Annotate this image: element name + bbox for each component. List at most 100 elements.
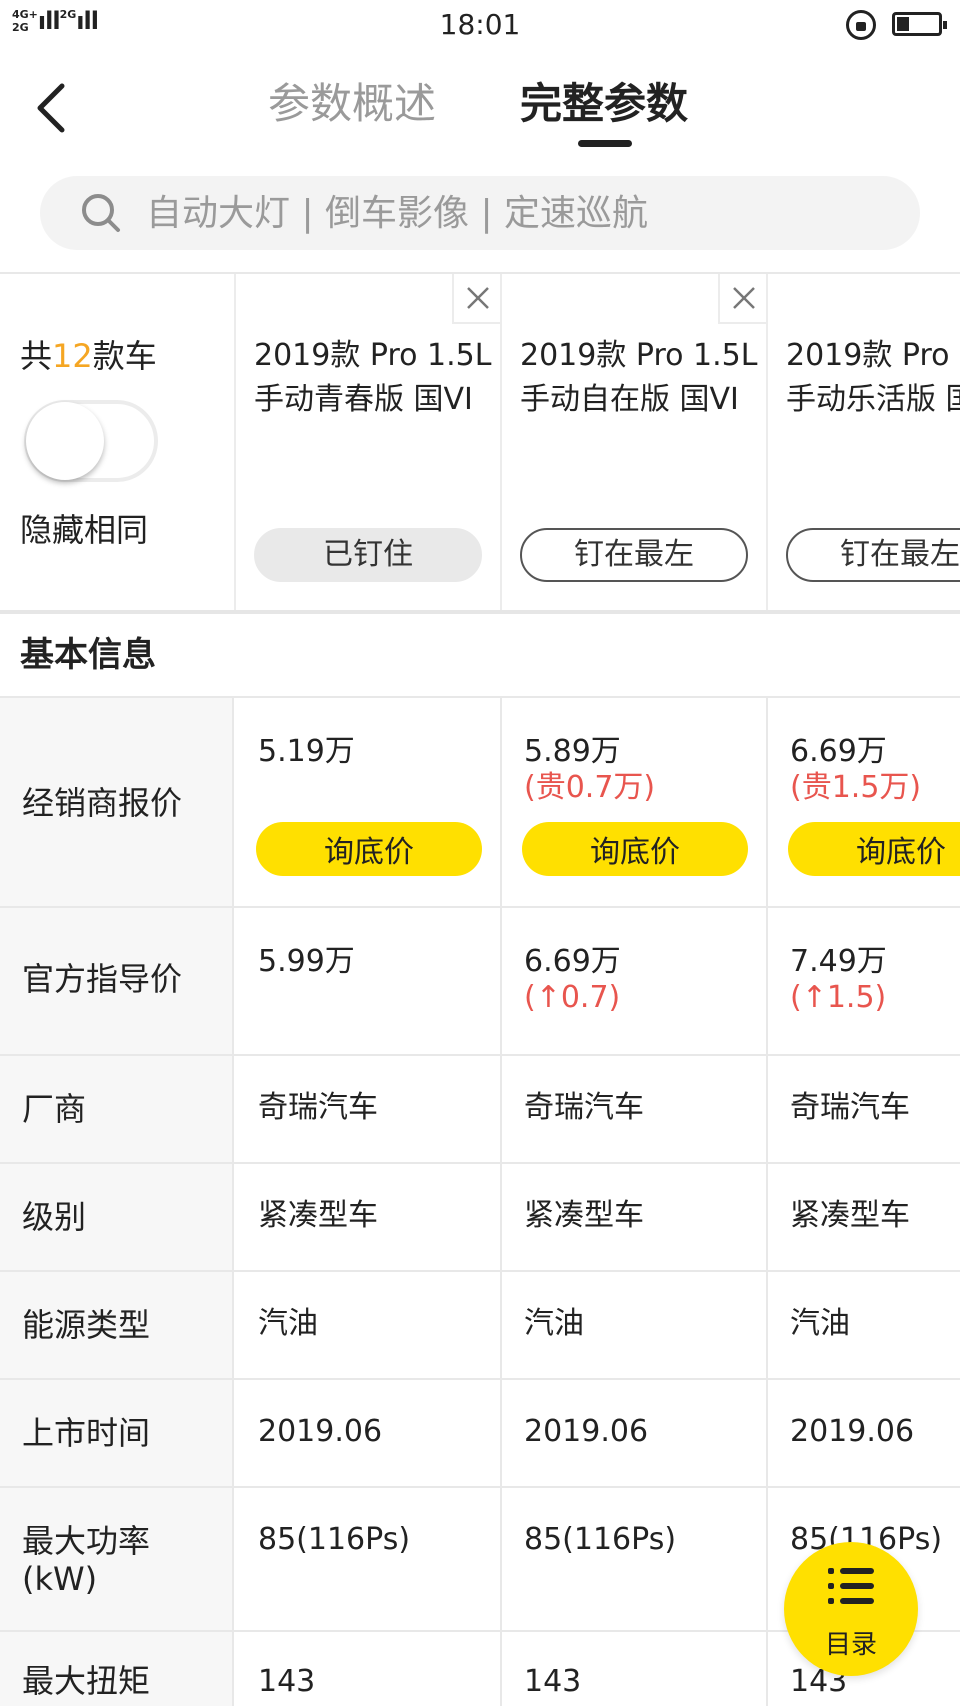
section-divider: [0, 610, 960, 614]
table-row: 厂商 奇瑞汽车 奇瑞汽车 奇瑞汽车: [0, 1054, 960, 1162]
cell-value: 5.19万: [258, 734, 355, 769]
row-label: 级别: [0, 1164, 234, 1270]
toggle-knob: [26, 402, 104, 480]
car-count-label: 共12款车: [20, 334, 157, 378]
list-icon: [828, 1568, 874, 1604]
table-cell: 紧凑型车: [500, 1164, 768, 1270]
price-diff: (贵0.7万): [524, 770, 656, 805]
price-diff: (贵1.5万): [790, 770, 922, 805]
tab-full-params[interactable]: 完整参数: [520, 76, 688, 132]
search-bar[interactable]: [40, 176, 920, 250]
table-cell: 85(116Ps): [500, 1488, 768, 1630]
pin-left-button[interactable]: 钉在最左: [520, 528, 748, 582]
car-column: 2019款 Pro 1.5L 手动青春版 国VI 已钉住: [234, 274, 502, 612]
cell-value: 汽油: [258, 1306, 318, 1341]
status-time: 18:01: [439, 8, 521, 41]
table-row: 能源类型 汽油 汽油 汽油: [0, 1270, 960, 1378]
row-label-text: 经销商报价: [22, 784, 183, 822]
row-label-text: 最大功率: [22, 1522, 151, 1560]
row-label-unit: (kW): [22, 1560, 98, 1598]
table-cell: 汽油: [500, 1272, 768, 1378]
price-diff: (↑1.5): [790, 980, 887, 1015]
battery-icon: [892, 12, 947, 36]
car-name: 2019款 Pro 1.5L 手动自在版 国VI: [520, 338, 758, 417]
table-cell: 6.69万 (贵1.5万) 询底价: [766, 698, 960, 906]
cell-value: 143: [524, 1664, 582, 1699]
row-label-text: 能源类型: [22, 1306, 151, 1344]
row-label: 官方指导价: [0, 908, 234, 1054]
table-row: 上市时间 2019.06 2019.06 2019.06: [0, 1378, 960, 1486]
pin-button[interactable]: 已钉住: [254, 528, 482, 582]
table-cell: 6.69万 (↑0.7): [500, 908, 768, 1054]
cell-value: 7.49万: [790, 944, 887, 979]
cell-value: 85(116Ps): [258, 1522, 411, 1557]
table-row: 级别 紧凑型车 紧凑型车 紧凑型车: [0, 1162, 960, 1270]
cell-value: 5.89万: [524, 734, 621, 769]
cell-value: 143: [258, 1664, 316, 1699]
ask-price-button[interactable]: 询底价: [522, 822, 748, 876]
table-cell: 奇瑞汽车: [766, 1056, 960, 1162]
row-label-text: 最大扭矩: [22, 1662, 151, 1700]
pin-left-button[interactable]: 钉在最左: [786, 528, 960, 582]
car-name: 2019款 Pro 1.5L 手动乐活版 国VI: [786, 338, 960, 417]
table-cell: 7.49万 (↑1.5): [766, 908, 960, 1054]
search-input[interactable]: [146, 186, 886, 240]
remove-car-button[interactable]: [452, 274, 502, 324]
rotation-lock-icon: [846, 10, 876, 40]
row-label-text: 上市时间: [22, 1414, 151, 1452]
row-label: 最大扭矩: [0, 1632, 234, 1706]
cell-value: 2019.06: [524, 1414, 649, 1449]
close-icon: [467, 287, 489, 309]
active-tab-indicator: [578, 140, 632, 147]
row-label-text: 级别: [22, 1198, 87, 1236]
row-label: 最大功率 (kW): [0, 1488, 234, 1630]
cell-value: 奇瑞汽车: [790, 1090, 910, 1125]
search-icon: [82, 194, 120, 232]
car-count: 12: [52, 337, 93, 375]
hide-same-label: 隐藏相同: [20, 511, 149, 549]
cell-value: 紧凑型车: [524, 1198, 644, 1233]
table-cell: 2019.06: [234, 1380, 502, 1486]
back-arrow-icon: [37, 83, 65, 133]
remove-car-button[interactable]: [718, 274, 768, 324]
table-cell: 奇瑞汽车: [500, 1056, 768, 1162]
header: 参数概述 完整参数: [0, 52, 960, 152]
table-cell: 5.99万: [234, 908, 502, 1054]
cell-value: 奇瑞汽车: [524, 1090, 644, 1125]
row-label: 能源类型: [0, 1272, 234, 1378]
row-label-text: 官方指导价: [22, 960, 183, 998]
back-button[interactable]: [32, 80, 76, 136]
catalog-menu-button[interactable]: 目录: [784, 1542, 918, 1676]
table-cell: 紧凑型车: [234, 1164, 502, 1270]
status-bar: 4G+ 2G ıll2Gıll 18:01: [0, 0, 960, 52]
hide-same-toggle[interactable]: [24, 400, 158, 482]
cell-value: 汽油: [790, 1306, 850, 1341]
cell-value: 85(116Ps): [524, 1522, 677, 1557]
table-cell: 143: [500, 1632, 768, 1706]
table-row: 官方指导价 5.99万 6.69万 (↑0.7) 7.49万 (↑1.5): [0, 906, 960, 1054]
price-diff: (↑0.7): [524, 980, 621, 1015]
ask-price-button[interactable]: 询底价: [256, 822, 482, 876]
table-cell: 5.89万 (贵0.7万) 询底价: [500, 698, 768, 906]
close-icon: [733, 287, 755, 309]
cell-value: 6.69万: [790, 734, 887, 769]
cell-value: 2019.06: [258, 1414, 383, 1449]
count-prefix: 共: [20, 337, 53, 375]
ask-price-button[interactable]: 询底价: [788, 822, 960, 876]
car-column: 2019款 Pro 1.5L 手动自在版 国VI 钉在最左: [500, 274, 768, 612]
tab-overview[interactable]: 参数概述: [268, 76, 436, 132]
section-title: 基本信息: [20, 635, 156, 675]
cell-value: 6.69万: [524, 944, 621, 979]
car-column: 2019款 Pro 1.5L 手动乐活版 国VI 钉在最左: [766, 274, 960, 612]
catalog-label: 目录: [824, 1630, 877, 1660]
table-cell: 奇瑞汽车: [234, 1056, 502, 1162]
cell-value: 2019.06: [790, 1414, 915, 1449]
cell-value: 奇瑞汽车: [258, 1090, 378, 1125]
cell-value: 紧凑型车: [258, 1198, 378, 1233]
count-suffix: 款车: [92, 337, 157, 375]
table-cell: 紧凑型车: [766, 1164, 960, 1270]
table-cell: 85(116Ps): [234, 1488, 502, 1630]
compare-controls: 共12款车 隐藏相同: [0, 274, 234, 612]
cell-value: 紧凑型车: [790, 1198, 910, 1233]
row-label-text: 厂商: [22, 1090, 87, 1128]
